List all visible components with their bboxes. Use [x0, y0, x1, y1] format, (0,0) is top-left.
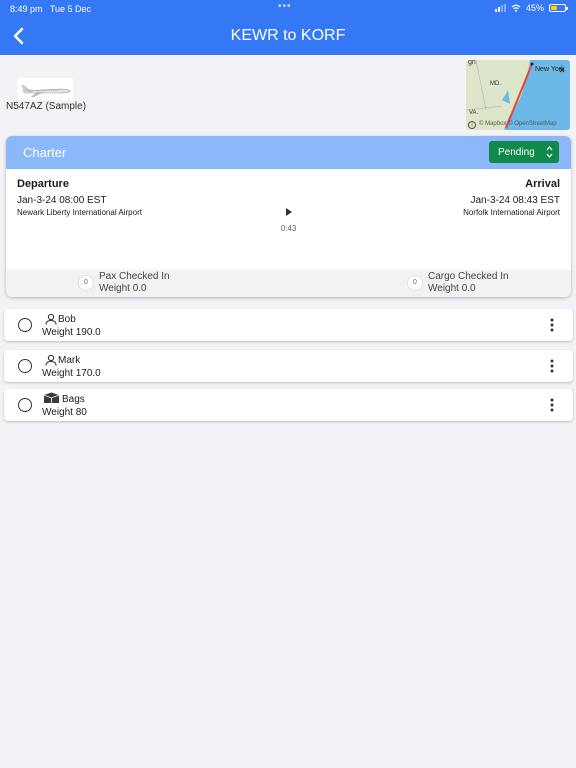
- map-label-new-york: New York: [535, 66, 565, 73]
- checkin-radio[interactable]: [18, 398, 32, 412]
- status-bar-time: 8:49 pm Tue 5 Dec: [10, 4, 91, 14]
- map-label-md: MD.: [490, 81, 501, 87]
- status-date: Tue 5 Dec: [49, 4, 92, 14]
- battery-percent: 45%: [525, 3, 544, 13]
- signal-icon: [494, 4, 506, 12]
- arrival-airport: Norfolk International Airport: [463, 208, 560, 217]
- checkin-radio[interactable]: [18, 318, 32, 332]
- up-down-chevron-icon: [546, 146, 553, 158]
- person-icon: [45, 313, 57, 325]
- flight-type: Charter: [23, 145, 67, 160]
- list-item[interactable]: Bags Weight 80: [4, 389, 573, 421]
- multitask-dots-icon[interactable]: •••: [278, 1, 292, 12]
- aircraft-image: [17, 78, 73, 100]
- more-vertical-icon[interactable]: [550, 318, 554, 332]
- arrival-time: Jan-3-24 08:43 EST: [470, 195, 561, 206]
- list-item[interactable]: Mark Weight 170.0: [4, 350, 573, 382]
- manifest-weight: Weight 190.0: [42, 327, 101, 338]
- manifest-weight: Weight 80: [42, 407, 87, 418]
- list-item[interactable]: Bob Weight 190.0: [4, 309, 573, 341]
- flight-card-header: Charter Pending: [6, 136, 571, 169]
- cargo-count-badge: 0: [407, 275, 423, 291]
- pax-count-badge: 0: [78, 275, 94, 291]
- play-arrow-icon: [286, 208, 292, 216]
- route-map[interactable]: gn New York MD. VA. i © Mapbox © OpenStr…: [466, 60, 570, 130]
- departure-label: Departure: [17, 178, 69, 190]
- cargo-summary[interactable]: Cargo Checked In Weight 0.0: [428, 271, 509, 295]
- page-title: KEWR to KORF: [230, 27, 346, 44]
- jet-icon: [21, 85, 71, 97]
- pax-weight: Weight 0.0: [99, 283, 147, 294]
- box-icon: [43, 392, 60, 403]
- status-picker-label: Pending: [498, 147, 535, 158]
- pax-label: Pax Checked In: [99, 271, 170, 282]
- status-time: 8:49 pm: [10, 4, 43, 14]
- map-attribution[interactable]: © Mapbox © OpenStreetMap: [479, 121, 557, 127]
- status-picker-button[interactable]: Pending: [489, 141, 559, 163]
- manifest-name: Bags: [62, 394, 85, 405]
- checkin-radio[interactable]: [18, 359, 32, 373]
- more-vertical-icon[interactable]: [550, 359, 554, 373]
- checkin-summary: 0 Pax Checked In Weight 0.0 0 Cargo Chec…: [6, 270, 571, 297]
- departure-time: Jan-3-24 08:00 EST: [17, 195, 107, 206]
- flight-duration: 0:43: [280, 224, 297, 233]
- map-info-icon[interactable]: i: [468, 121, 476, 129]
- more-vertical-icon[interactable]: [550, 398, 554, 412]
- flight-card: Charter Pending Departure Arrival Jan-3-…: [6, 136, 571, 297]
- map-label-va: VA.: [469, 110, 479, 116]
- wifi-icon: [511, 4, 521, 12]
- cargo-weight: Weight 0.0: [428, 283, 476, 294]
- arrival-label: Arrival: [525, 178, 560, 190]
- manifest-name: Mark: [58, 355, 81, 366]
- pax-summary[interactable]: Pax Checked In Weight 0.0: [99, 271, 170, 295]
- map-label-top: gn: [468, 60, 476, 66]
- status-bar-right: 45%: [494, 3, 568, 13]
- person-icon: [45, 354, 57, 366]
- nav-header: 8:49 pm Tue 5 Dec ••• 45% KEWR to KORF: [0, 0, 576, 55]
- cargo-label: Cargo Checked In: [428, 271, 509, 282]
- manifest-weight: Weight 170.0: [42, 368, 101, 379]
- manifest-name: Bob: [58, 314, 76, 325]
- aircraft-tail-number: N547AZ (Sample): [6, 101, 87, 112]
- battery-icon: [549, 4, 568, 12]
- departure-airport: Newark Liberty International Airport: [17, 208, 142, 217]
